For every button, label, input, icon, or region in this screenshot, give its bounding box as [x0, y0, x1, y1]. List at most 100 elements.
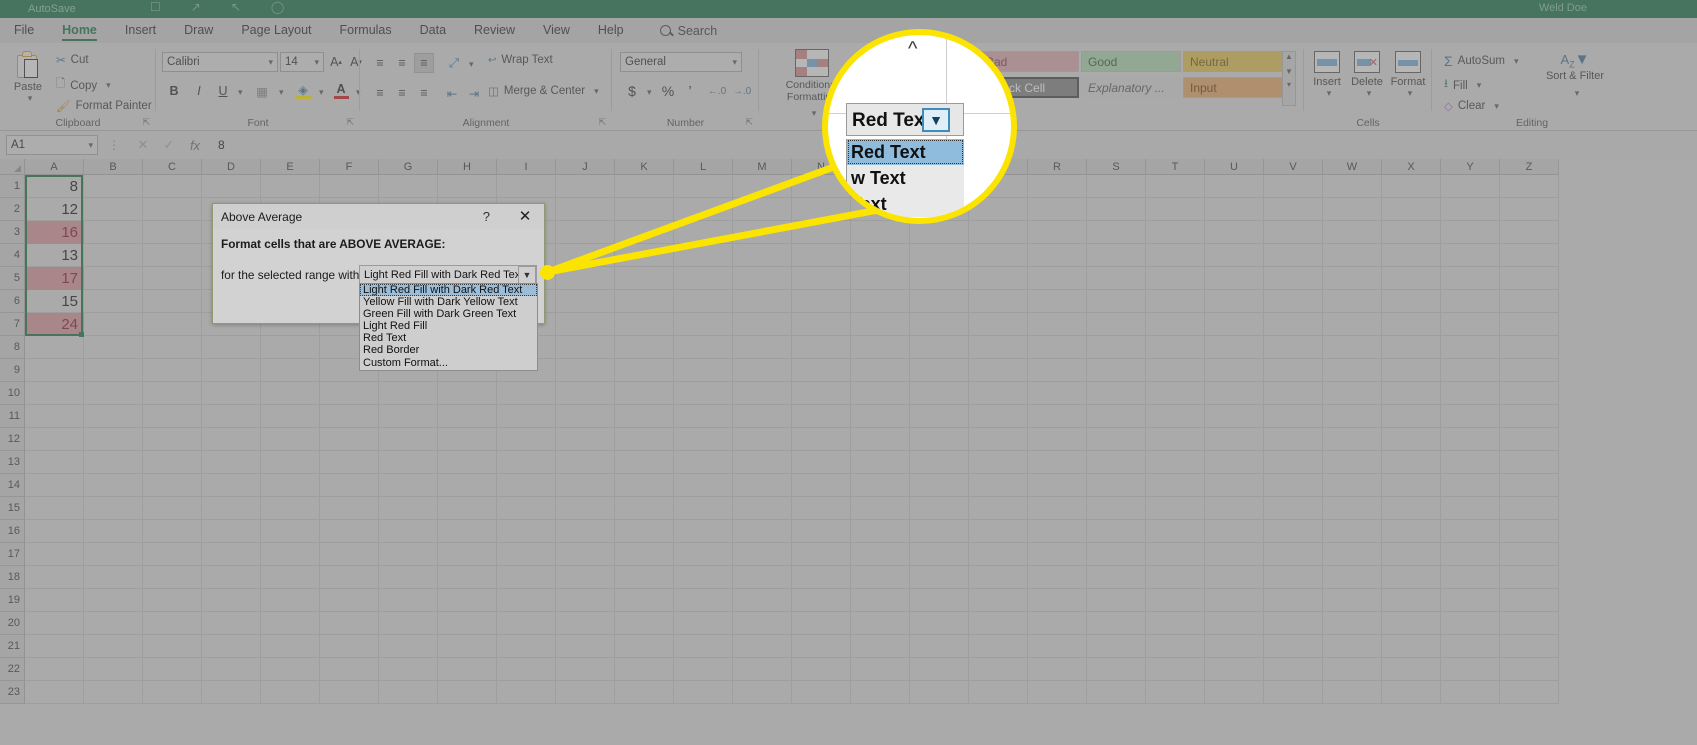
cell-A16[interactable] [25, 520, 84, 543]
cell-C15[interactable] [143, 497, 202, 520]
cell-V11[interactable] [1264, 405, 1323, 428]
cell-E10[interactable] [261, 382, 320, 405]
cell-W16[interactable] [1323, 520, 1382, 543]
cell-X22[interactable] [1382, 658, 1441, 681]
cell-M17[interactable] [733, 543, 792, 566]
cell-J7[interactable] [556, 313, 615, 336]
cell-G14[interactable] [379, 474, 438, 497]
cell-T17[interactable] [1146, 543, 1205, 566]
cell-M6[interactable] [733, 290, 792, 313]
touch-icon[interactable]: ◯ [271, 0, 284, 14]
cell-O23[interactable] [851, 681, 910, 704]
dropdown-option-5[interactable]: Red Border [360, 344, 537, 356]
cell-C1[interactable] [143, 175, 202, 198]
cell-U8[interactable] [1205, 336, 1264, 359]
cell-O21[interactable] [851, 635, 910, 658]
cell-V2[interactable] [1264, 198, 1323, 221]
borders-chevron-down-icon[interactable]: ▾ [279, 87, 284, 98]
cell-M7[interactable] [733, 313, 792, 336]
cell-G17[interactable] [379, 543, 438, 566]
cell-V12[interactable] [1264, 428, 1323, 451]
cell-B19[interactable] [84, 589, 143, 612]
cell-style-input[interactable]: Input [1183, 77, 1283, 98]
cell-C10[interactable] [143, 382, 202, 405]
cell-C20[interactable] [143, 612, 202, 635]
comma-style-button[interactable]: ’ [680, 81, 700, 101]
magnified-option-0[interactable]: Red Text [847, 139, 964, 165]
magnified-option-1[interactable]: w Text [847, 165, 964, 191]
cell-F18[interactable] [320, 566, 379, 589]
cell-U5[interactable] [1205, 267, 1264, 290]
cell-B22[interactable] [84, 658, 143, 681]
row-header-18[interactable]: 18 [0, 566, 25, 589]
cell-M22[interactable] [733, 658, 792, 681]
cell-V23[interactable] [1264, 681, 1323, 704]
cell-R13[interactable] [1028, 451, 1087, 474]
cell-J8[interactable] [556, 336, 615, 359]
cell-W2[interactable] [1323, 198, 1382, 221]
cell-K17[interactable] [615, 543, 674, 566]
cell-A22[interactable] [25, 658, 84, 681]
cell-N19[interactable] [792, 589, 851, 612]
cell-T3[interactable] [1146, 221, 1205, 244]
cell-R7[interactable] [1028, 313, 1087, 336]
cell-U15[interactable] [1205, 497, 1264, 520]
cell-I11[interactable] [497, 405, 556, 428]
cell-N3[interactable] [792, 221, 851, 244]
cell-F13[interactable] [320, 451, 379, 474]
cell-I16[interactable] [497, 520, 556, 543]
cell-N16[interactable] [792, 520, 851, 543]
cell-K20[interactable] [615, 612, 674, 635]
cell-I21[interactable] [497, 635, 556, 658]
cell-L7[interactable] [674, 313, 733, 336]
cell-Z6[interactable] [1500, 290, 1559, 313]
cell-M21[interactable] [733, 635, 792, 658]
cell-Z5[interactable] [1500, 267, 1559, 290]
cell-L14[interactable] [674, 474, 733, 497]
cell-Y1[interactable] [1441, 175, 1500, 198]
clear-chevron-down-icon[interactable]: ▾ [1494, 101, 1499, 112]
cell-T6[interactable] [1146, 290, 1205, 313]
column-header-t[interactable]: T [1146, 159, 1205, 175]
cell-H10[interactable] [438, 382, 497, 405]
bold-button[interactable]: B [164, 81, 184, 101]
cell-A20[interactable] [25, 612, 84, 635]
format-cells-button[interactable]: Format ▾ [1388, 51, 1428, 99]
cell-Z23[interactable] [1500, 681, 1559, 704]
cell-B21[interactable] [84, 635, 143, 658]
fill-color-chevron-down-icon[interactable]: ▾ [319, 87, 324, 98]
cell-G23[interactable] [379, 681, 438, 704]
cell-I10[interactable] [497, 382, 556, 405]
cell-J13[interactable] [556, 451, 615, 474]
cell-I12[interactable] [497, 428, 556, 451]
cell-S22[interactable] [1087, 658, 1146, 681]
cell-E1[interactable] [261, 175, 320, 198]
undo-icon[interactable]: ↗ [191, 0, 201, 14]
cell-T12[interactable] [1146, 428, 1205, 451]
cell-Z17[interactable] [1500, 543, 1559, 566]
cell-C22[interactable] [143, 658, 202, 681]
cell-Q3[interactable] [969, 221, 1028, 244]
cell-U16[interactable] [1205, 520, 1264, 543]
decrease-indent-icon[interactable]: ⇤ [442, 83, 462, 103]
cell-V19[interactable] [1264, 589, 1323, 612]
cell-E14[interactable] [261, 474, 320, 497]
cell-K1[interactable] [615, 175, 674, 198]
cell-T10[interactable] [1146, 382, 1205, 405]
cell-P14[interactable] [910, 474, 969, 497]
cell-I1[interactable] [497, 175, 556, 198]
cell-P20[interactable] [910, 612, 969, 635]
cell-L16[interactable] [674, 520, 733, 543]
cell-B1[interactable] [84, 175, 143, 198]
fill-color-icon[interactable]: ◈ [293, 79, 313, 99]
cell-H14[interactable] [438, 474, 497, 497]
underline-chevron-down-icon[interactable]: ▾ [238, 87, 243, 98]
cell-U18[interactable] [1205, 566, 1264, 589]
cell-D20[interactable] [202, 612, 261, 635]
cell-O8[interactable] [851, 336, 910, 359]
cell-S21[interactable] [1087, 635, 1146, 658]
cell-B6[interactable] [84, 290, 143, 313]
cell-R10[interactable] [1028, 382, 1087, 405]
cell-B16[interactable] [84, 520, 143, 543]
cell-N8[interactable] [792, 336, 851, 359]
